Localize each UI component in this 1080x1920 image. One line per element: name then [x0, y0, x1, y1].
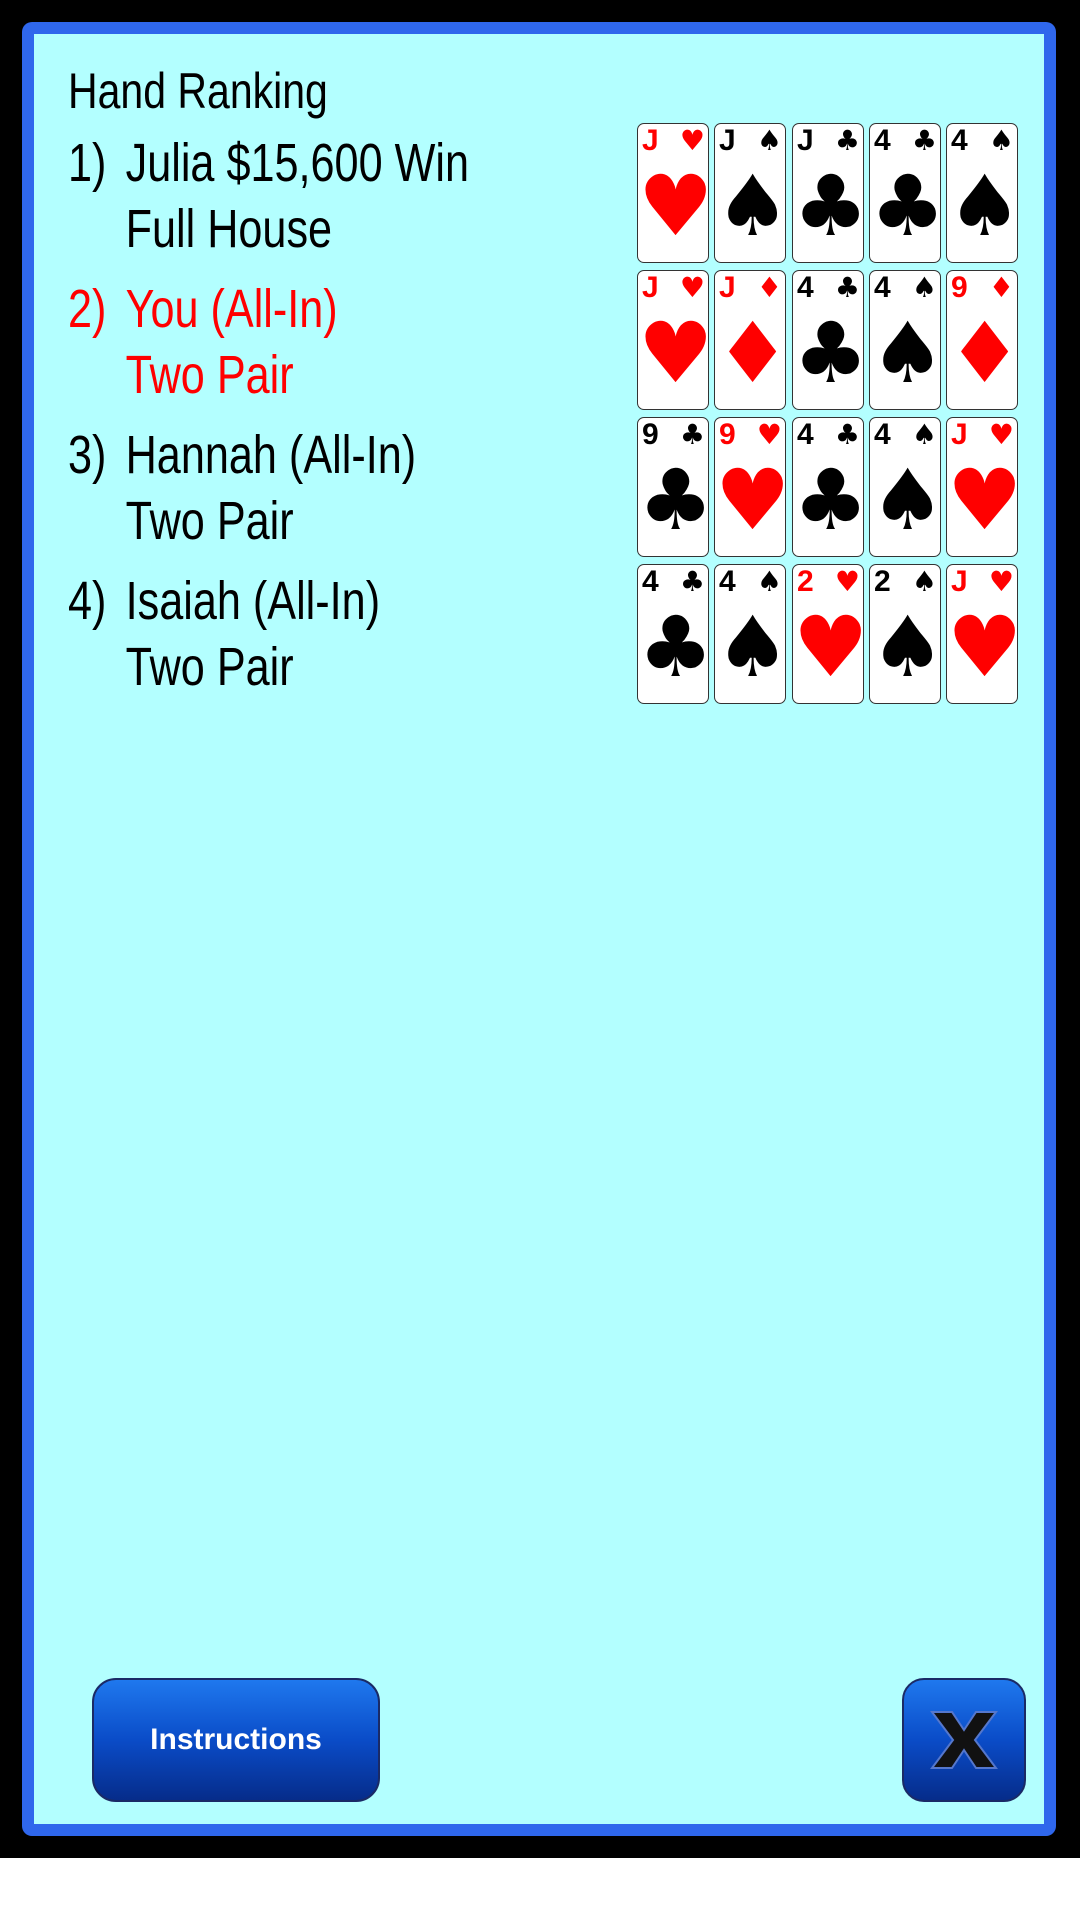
clubs-suit-icon: ♣: [638, 451, 714, 549]
hearts-suit-icon: ♥: [638, 157, 714, 255]
game-screen: Hand Ranking 1) Julia $15,600 Win Full H…: [0, 0, 1080, 1858]
card-rank: 4: [951, 124, 968, 157]
card-rank: 9: [951, 271, 968, 304]
card-rank: J: [719, 124, 736, 157]
clubs-suit-icon: ♣: [793, 451, 869, 549]
card-rank: J: [951, 565, 968, 598]
spades-suit-icon: ♠: [947, 157, 1023, 255]
clubs-suit-icon: ♣: [834, 124, 860, 157]
card-rank: 4: [874, 271, 891, 304]
spades-suit-icon: ♠: [756, 565, 782, 598]
playing-card: J ♥ ♥: [946, 417, 1023, 557]
hearts-suit-icon: ♥: [679, 271, 705, 304]
playing-card: J ♥ ♥: [637, 270, 714, 410]
playing-card: 4 ♠ ♠: [869, 270, 946, 410]
card-rank: J: [951, 418, 968, 451]
clubs-suit-icon: ♣: [911, 124, 937, 157]
clubs-suit-icon: ♣: [679, 418, 705, 451]
playing-card: 9 ♦ ♦: [946, 270, 1023, 410]
card-rank: 4: [874, 124, 891, 157]
clubs-suit-icon: ♣: [793, 304, 869, 402]
clubs-suit-icon: ♣: [834, 271, 860, 304]
ranking-number: 1): [68, 133, 107, 193]
ranking-number: 2): [68, 279, 107, 339]
spades-suit-icon: ♠: [756, 124, 782, 157]
spades-suit-icon: ♠: [870, 304, 946, 402]
ranking-number: 3): [68, 425, 107, 485]
instructions-button-label: Instructions: [150, 1723, 322, 1756]
spades-suit-icon: ♠: [988, 124, 1014, 157]
player-result: Isaiah (All-In): [125, 571, 381, 631]
playing-card: 4 ♣ ♣: [792, 417, 869, 557]
playing-card: J ♣ ♣: [792, 123, 869, 263]
hand-name: Two Pair: [125, 637, 294, 697]
spades-suit-icon: ♠: [911, 271, 937, 304]
card-rank: J: [719, 271, 736, 304]
playing-card: 4 ♠ ♠: [714, 564, 791, 704]
card-rank: J: [642, 271, 659, 304]
player-result: You (All-In): [125, 279, 338, 339]
hearts-suit-icon: ♥: [715, 451, 791, 549]
playing-card: 4 ♣ ♣: [637, 564, 714, 704]
clubs-suit-icon: ♣: [870, 157, 946, 255]
spades-suit-icon: ♠: [911, 418, 937, 451]
hearts-suit-icon: ♥: [638, 304, 714, 402]
playing-card: 4 ♠ ♠: [869, 417, 946, 557]
card-rank: 4: [797, 271, 814, 304]
hand-name: Two Pair: [125, 345, 294, 405]
hearts-suit-icon: ♥: [947, 598, 1023, 696]
card-rank: 4: [874, 418, 891, 451]
spades-suit-icon: ♠: [870, 451, 946, 549]
spades-suit-icon: ♠: [715, 598, 791, 696]
playing-card: 9 ♣ ♣: [637, 417, 714, 557]
playing-card: 2 ♠ ♠: [869, 564, 946, 704]
hearts-suit-icon: ♥: [834, 565, 860, 598]
hearts-suit-icon: ♥: [988, 418, 1014, 451]
close-x-icon: [930, 1711, 998, 1769]
hand-name: Two Pair: [125, 491, 294, 551]
clubs-suit-icon: ♣: [679, 565, 705, 598]
spades-suit-icon: ♠: [715, 157, 791, 255]
spades-suit-icon: ♠: [911, 565, 937, 598]
hearts-suit-icon: ♥: [988, 565, 1014, 598]
playing-card: 4 ♣ ♣: [792, 270, 869, 410]
ranking-number: 4): [68, 571, 107, 631]
instructions-button[interactable]: Instructions: [92, 1678, 380, 1802]
card-rank: 2: [874, 565, 891, 598]
playing-card: 9 ♥ ♥: [714, 417, 791, 557]
playing-card: 2 ♥ ♥: [792, 564, 869, 704]
diamonds-suit-icon: ♦: [947, 304, 1023, 402]
diamonds-suit-icon: ♦: [756, 271, 782, 304]
playing-card: J ♥ ♥: [946, 564, 1023, 704]
player-result: Hannah (All-In): [125, 425, 417, 485]
clubs-suit-icon: ♣: [793, 157, 869, 255]
hearts-suit-icon: ♥: [679, 124, 705, 157]
playing-card: 4 ♣ ♣: [869, 123, 946, 263]
card-rank: 4: [719, 565, 736, 598]
playing-card: 4 ♠ ♠: [946, 123, 1023, 263]
diamonds-suit-icon: ♦: [988, 271, 1014, 304]
card-rank: 4: [642, 565, 659, 598]
hearts-suit-icon: ♥: [947, 451, 1023, 549]
hearts-suit-icon: ♥: [793, 598, 869, 696]
playing-card: J ♦ ♦: [714, 270, 791, 410]
card-rank: J: [642, 124, 659, 157]
card-rank: 9: [719, 418, 736, 451]
card-rank: 2: [797, 565, 814, 598]
hearts-suit-icon: ♥: [756, 418, 782, 451]
spades-suit-icon: ♠: [870, 598, 946, 696]
hand-ranking-title: Hand Ranking: [68, 63, 328, 119]
clubs-suit-icon: ♣: [638, 598, 714, 696]
card-rank: 9: [642, 418, 659, 451]
hand-name: Full House: [125, 199, 333, 259]
playing-card: J ♠ ♠: [714, 123, 791, 263]
playing-card: J ♥ ♥: [637, 123, 714, 263]
diamonds-suit-icon: ♦: [715, 304, 791, 402]
close-button[interactable]: [902, 1678, 1026, 1802]
card-rank: 4: [797, 418, 814, 451]
clubs-suit-icon: ♣: [834, 418, 860, 451]
player-result: Julia $15,600 Win: [125, 133, 470, 193]
card-rank: J: [797, 124, 814, 157]
